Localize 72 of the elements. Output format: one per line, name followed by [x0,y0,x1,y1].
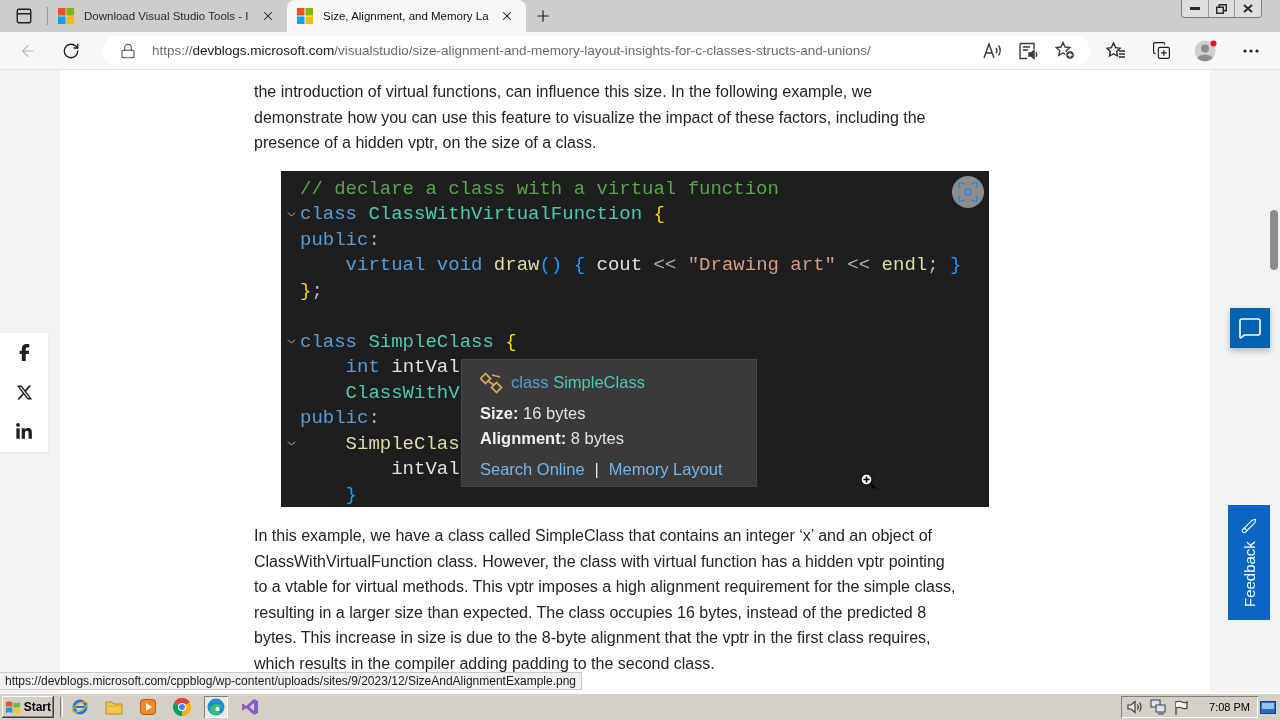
browser-tab[interactable]: Size, Alignment, and Memory La [287,0,526,32]
media-player-icon [140,699,156,715]
close-window-button[interactable] [1234,0,1261,17]
avatar-icon [1194,38,1218,63]
collections-icon [1151,41,1171,60]
paragraph-text: the introduction of virtual functions, can influence this size. In the following example, we demonstrate how you can use this feature to visualize the impact of these factors, including the presence of a hidden vptr, on the size of a class. [254,82,926,153]
desktop-icon [1260,700,1276,714]
taskbar-app-button[interactable] [204,696,228,718]
code-line: int intVal [345,356,460,379]
x-icon [15,383,33,401]
pencil-icon [1241,517,1257,534]
chrome-icon [173,698,191,716]
clock-text: 7:08 PM [1209,701,1250,713]
code-line: class SimpleClass { [300,330,517,353]
close-icon [500,9,514,23]
code-line: SimpleClas [345,432,460,455]
tooltip-link[interactable]: Memory Layout [608,456,723,482]
symbol-info-text: Alignment: 8 bytes [480,427,624,449]
minimize-button[interactable] [1182,0,1208,17]
refresh-icon [62,41,80,60]
close-icon [261,9,275,23]
four-squares-logo-icon [58,8,74,24]
restore-icon [1216,3,1227,14]
star-list-icon [1106,41,1126,60]
code-line: virtual void draw() { cout << "Drawing art" << endl; } [345,254,962,277]
linkedin-icon [15,423,33,441]
windows-flag-icon [5,699,21,715]
window-icon [15,7,33,25]
code-line: public: [300,228,380,251]
tooltip-link[interactable]: Search Online [480,456,585,482]
status-url-text: https://devblogs.microsoft.com/cppblog/wp-content/uploads/sites/9/2023/12/SizeAndAlignmentExample.png [0,672,582,690]
link-separator: | [594,458,599,480]
feedback-button[interactable]: Feedback [1228,505,1270,620]
browser-tab[interactable]: Download Visual Studio Tools - I [48,0,287,32]
code-line: ClassWithV [345,381,460,404]
flag-icon[interactable] [1174,699,1189,715]
paragraph-text: In this example, we have a class called SimpleClass that contains an integer ‘x’ and an object of ClassWithVirtualFunction class. However, the class with virtual function has a hidden vptr pointing to a vtable for virtual methods. This vptr imposes a high alignment requirement for the simple class, resulting in a larger size than expected. The class occupies 16 bytes, instead of the predicted 8 bytes. This increase in size is due to the 8-byte alignment that the vptr in the first class requires, which results in the compiler adding padding to the second class. [254,526,956,674]
zoom-cursor-icon [860,473,876,490]
plus-icon [534,7,552,25]
class-symbol-icon [480,371,504,394]
expand-image-button[interactable] [952,176,984,208]
chat-button[interactable] [1230,308,1270,348]
minimize-icon [1190,7,1200,10]
scrollbar-thumb[interactable] [1270,210,1278,270]
code-line: // declare a class with a virtual function [300,177,779,200]
viewfinder-icon [958,182,978,202]
address-bar[interactable]: https://devblogs.microsoft.com/visualstudio/size-alignment-and-memory-layout-insights-for-c-classes-structs-and-unions/ [103,35,1090,66]
page-sound-icon [1019,41,1039,60]
chat-bubble-icon [1238,316,1262,340]
four-squares-logo-icon [297,8,313,24]
code-line: } [345,483,357,506]
start-button[interactable]: Start [2,696,54,718]
lock-icon [120,42,136,59]
taskbar-app-button[interactable] [170,696,194,718]
restore-button[interactable] [1208,0,1234,17]
tooltip-title: class SimpleClass [511,373,645,392]
folder-icon [105,699,123,715]
network-icon[interactable] [1150,699,1168,715]
edge-icon [207,698,225,716]
speaker-icon[interactable] [1127,700,1144,714]
browser-icon [71,698,89,716]
visual-studio-icon [241,698,259,716]
code-line: public: [300,407,380,430]
star-plus-icon [1055,41,1075,60]
code-line: intVal [391,458,460,481]
more-icon [1243,48,1259,53]
symbol-info-text: Size: 16 bytes [480,402,586,424]
url-text: https://devblogs.microsoft.com/visualstudio/size-alignment-and-memory-layout-insights-for-c-classes-structs-and-unions/ [152,43,871,58]
code-line: }; [300,279,323,302]
code-line: class ClassWithVirtualFunction { [300,203,665,226]
close-icon [1243,4,1253,13]
read-aloud-icon [983,41,1003,60]
